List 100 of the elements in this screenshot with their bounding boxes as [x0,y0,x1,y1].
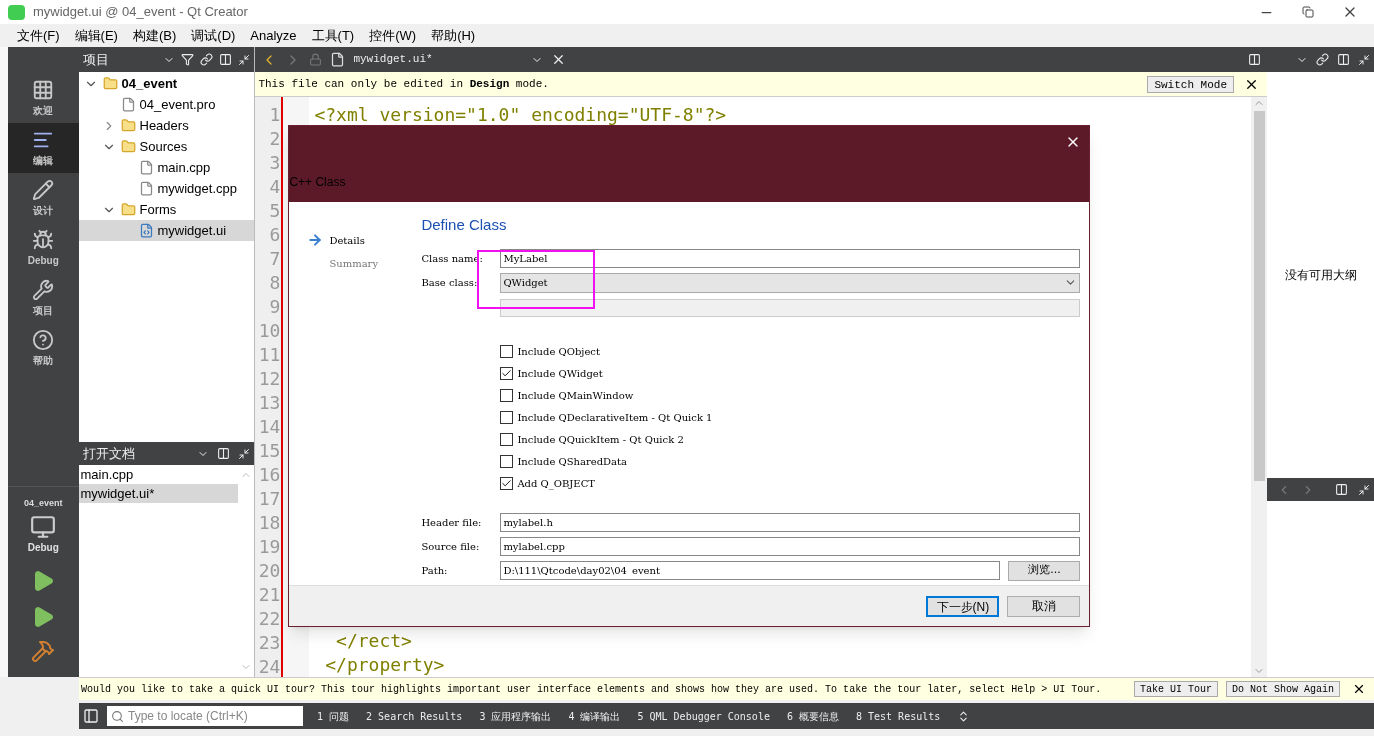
filter-icon[interactable] [181,53,195,66]
mode-button[interactable]: 编辑 [7,123,79,173]
tree-item[interactable]: 04_event [78,73,255,94]
mode-icon [32,228,55,251]
checkbox-option[interactable]: Include QQuickItem - Qt Quick 2 [500,428,1081,451]
mode-button[interactable]: 项目 [7,273,79,323]
checkbox-option[interactable]: Include QMainWindow [500,384,1081,407]
checkbox-option[interactable]: Include QDeclarativeItem - Qt Quick 1 [500,406,1081,429]
file-field[interactable]: mylabel.h [500,513,1081,532]
split-icon[interactable] [1335,483,1348,496]
field-label: Source file: [421,540,481,554]
mode-icon [32,328,55,351]
app-logo-icon [8,4,25,20]
tree-item[interactable]: 04_event.pro [78,94,255,115]
tree-item[interactable]: Sources [78,136,255,157]
code-line: <?xml version="1.0" encoding="UTF-8"?> [314,104,727,125]
checkbox[interactable] [500,389,514,402]
kit-config-label: Debug [27,540,59,555]
mode-button[interactable]: 帮助 [7,323,79,373]
folder-icon [120,139,136,154]
output-pane-tab[interactable]: 4 编译输出 [568,708,621,724]
file-field[interactable]: mylabel.cpp [500,537,1081,556]
output-pane-tab[interactable]: 5 QML Debugger Console [637,708,770,724]
locate-field[interactable]: Type to locate (Ctrl+K) [107,706,303,726]
tour-button[interactable]: Do Not Show Again [1225,681,1340,697]
menu-item[interactable]: 调试(D) [191,25,236,46]
checkbox[interactable] [500,477,514,490]
tour-button[interactable]: Take UI Tour [1133,681,1218,697]
menu-item[interactable]: 工具(T) [311,25,355,46]
document-item[interactable]: main.cpp [78,465,239,484]
line-number: 19 [258,535,281,559]
collapse-icon[interactable] [1358,483,1370,496]
outline-empty-text: 没有可用大纲 [1284,267,1357,284]
tree-item[interactable]: Forms [78,199,255,220]
output-pane-tab[interactable]: 1 问题 [317,708,350,724]
line-number: 14 [258,415,281,439]
link-icon[interactable] [200,53,214,66]
line-number: 13 [258,391,281,415]
split-icon[interactable] [1248,53,1261,66]
line-number: 16 [258,463,281,487]
menu-item[interactable]: 编辑(E) [74,25,118,46]
browse-button[interactable]: 浏览... [1008,560,1081,581]
editor-tab[interactable]: mywidget.ui* [353,51,524,68]
mode-button[interactable]: Debug [7,223,79,273]
dialog-button[interactable]: 下一步(N) [926,595,1000,617]
scrollbar-thumb[interactable] [1253,111,1265,481]
mode-button[interactable]: 设计 [7,173,79,223]
line-number: 7 [269,247,281,271]
split-icon[interactable] [217,447,231,460]
tree-item[interactable]: main.cpp [78,157,255,178]
info-text: This file can only be edited in Design mode. [258,76,550,92]
menu-item[interactable]: 控件(W) [369,25,417,46]
line-number: 22 [258,607,281,631]
menu-item[interactable]: 帮助(H) [431,25,476,46]
field-label: Path: [421,564,449,578]
tree-item[interactable]: mywidget.cpp [78,178,255,199]
switch-mode-button[interactable]: Switch Mode [1147,75,1234,93]
line-number: 21 [258,583,281,607]
menu-item[interactable]: 文件(F) [17,25,60,46]
checkbox[interactable] [500,345,514,358]
split-icon[interactable] [1337,53,1350,66]
checkbox-option[interactable]: Include QSharedData [500,450,1081,473]
output-pane-tab[interactable]: 2 Search Results [366,708,463,724]
checkbox[interactable] [500,433,514,446]
close-icon[interactable] [1352,682,1366,696]
base-class-dropdown[interactable]: QWidget [500,272,1081,293]
mode-button[interactable]: 欢迎 [7,73,79,123]
split-icon[interactable] [219,53,233,66]
build-icon[interactable] [31,639,56,663]
file-field[interactable]: D:\111\Qtcode\day02\04_event [500,561,1001,580]
menu-item[interactable]: Analyze [250,25,297,46]
link-icon[interactable] [1316,53,1329,66]
collapse-icon[interactable] [238,53,251,66]
tree-item[interactable]: mywidget.ui [78,220,255,241]
checkbox[interactable] [500,367,514,380]
dialog-title: C++ Class [289,174,346,191]
checkbox[interactable] [500,411,514,424]
checkbox-option[interactable]: Include QWidget [500,362,1081,385]
output-pane-tab[interactable]: 6 概要信息 [786,708,839,724]
output-pane-tab[interactable]: 3 应用程序输出 [479,708,552,724]
scrollbar[interactable] [1251,97,1267,677]
collapse-icon[interactable] [1358,53,1370,66]
class-name-field[interactable]: MyLabel [500,249,1081,268]
output-pane-tab[interactable]: 8 Test Results [855,708,941,724]
line-number: 4 [269,175,281,199]
menu-item[interactable]: 构建(B) [132,25,177,46]
document-item[interactable]: mywidget.ui* [78,484,239,503]
code-line: </property> [324,654,445,676]
checkbox[interactable] [500,455,514,468]
checkbox-option[interactable]: Include QObject [500,340,1081,363]
collapse-icon[interactable] [238,447,251,460]
dialog-button[interactable]: 取消 [1007,595,1081,617]
tree-item[interactable]: Headers [78,115,255,136]
restore-icon[interactable] [1302,6,1314,18]
wizard-step: Details [329,232,365,248]
sidebar-toggle-icon[interactable] [83,708,99,724]
checkbox-option[interactable]: Add Q_OBJECT [500,472,1081,495]
code-line: </rect> [335,630,412,652]
kit-monitor-icon[interactable] [30,514,57,540]
line-number: 5 [269,199,281,223]
